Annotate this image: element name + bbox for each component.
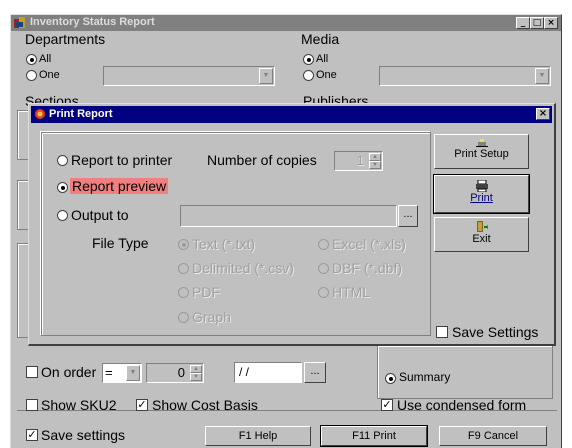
use-condensed-form-checkbox[interactable]: ✓ xyxy=(381,399,393,411)
file-type-graph-radio[interactable] xyxy=(178,312,189,323)
report-preview-radio[interactable] xyxy=(57,182,68,193)
report-to-printer-radio[interactable] xyxy=(57,155,68,166)
on-order-qty-spinner[interactable]: 0 ▲ ▼ xyxy=(146,363,204,383)
copies-spinner[interactable]: 1 ▲ ▼ xyxy=(334,151,383,171)
output-to-label: Output to xyxy=(71,207,129,223)
spin-arrows-icon[interactable]: ▲ ▼ xyxy=(369,153,381,169)
file-type-excel-radio[interactable] xyxy=(318,239,329,250)
departments-label: Departments xyxy=(25,31,106,47)
on-order-operator-combo[interactable]: = ▼ xyxy=(102,363,142,383)
print-setup-icon xyxy=(475,139,488,147)
departments-one-radio[interactable] xyxy=(26,70,37,81)
file-type-text-radio[interactable] xyxy=(178,239,189,250)
main-title: Inventory Status Report xyxy=(30,16,155,28)
departments-one-label: One xyxy=(39,69,60,81)
file-type-excel-label: Excel (*.xls) xyxy=(332,236,406,252)
on-order-checkbox[interactable] xyxy=(26,366,38,378)
file-type-html-label: HTML xyxy=(332,284,371,300)
summary-label: Summary xyxy=(399,370,451,384)
printer-icon xyxy=(475,180,488,192)
print-report-dialog: Print Report × Report to printer Number … xyxy=(28,103,556,346)
minimize-button[interactable]: _ xyxy=(516,17,530,29)
number-of-copies-label: Number of copies xyxy=(207,152,317,168)
exit-door-icon xyxy=(476,221,488,232)
exit-button[interactable]: Exit xyxy=(434,217,529,252)
file-type-pdf-radio[interactable] xyxy=(178,287,189,298)
summary-radio[interactable] xyxy=(385,373,396,384)
file-type-delimited-radio[interactable] xyxy=(178,263,189,274)
spin-arrows-icon[interactable]: ▲ ▼ xyxy=(190,365,202,381)
maximize-button[interactable]: □ xyxy=(530,17,544,29)
media-one-label: One xyxy=(316,69,337,81)
departments-all-label: All xyxy=(39,53,52,65)
save-settings-checkbox[interactable]: ✓ xyxy=(26,429,38,441)
dialog-close-button[interactable]: × xyxy=(536,108,550,120)
show-sku2-label: Show SKU2 xyxy=(41,397,117,413)
file-type-text-label: Text (*.txt) xyxy=(192,236,256,252)
media-all-label: All xyxy=(316,53,329,65)
f11-print-button[interactable]: F11 Print xyxy=(320,425,428,447)
file-type-dbf-radio[interactable] xyxy=(318,263,329,274)
media-one-radio[interactable] xyxy=(303,70,314,81)
close-button[interactable]: × xyxy=(544,17,558,29)
dialog-title: Print Report xyxy=(49,108,113,120)
file-type-html-radio[interactable] xyxy=(318,287,329,298)
departments-combo[interactable]: ▼ xyxy=(103,66,275,86)
show-cost-basis-checkbox[interactable]: ✓ xyxy=(136,399,148,411)
report-preview-label: Report preview xyxy=(70,178,169,194)
f9-cancel-button[interactable]: F9 Cancel xyxy=(439,426,547,446)
print-setup-button[interactable]: Print Setup xyxy=(434,134,529,169)
file-type-delimited-label: Delimited (*.csv) xyxy=(192,260,294,276)
on-order-date-button[interactable]: ... xyxy=(304,362,326,383)
file-type-label: File Type xyxy=(92,235,149,251)
output-path-field[interactable] xyxy=(180,205,397,227)
app-icon xyxy=(14,17,25,28)
dialog-save-settings-label: Save Settings xyxy=(452,324,539,340)
report-to-printer-label: Report to printer xyxy=(71,152,173,168)
file-type-graph-label: Graph xyxy=(192,309,231,325)
print-button[interactable]: Print xyxy=(433,174,530,214)
output-browse-button[interactable]: ... xyxy=(398,205,418,227)
dialog-titlebar: Print Report × xyxy=(31,106,552,123)
chevron-down-icon: ▼ xyxy=(126,365,140,381)
chevron-down-icon: ▼ xyxy=(259,68,273,84)
media-combo[interactable]: ▼ xyxy=(379,66,551,86)
file-type-pdf-label: PDF xyxy=(192,284,220,300)
media-label: Media xyxy=(301,31,340,47)
media-all-radio[interactable] xyxy=(303,54,314,65)
dialog-save-settings-checkbox[interactable] xyxy=(436,326,448,338)
output-to-radio[interactable] xyxy=(57,210,68,221)
dialog-app-icon xyxy=(35,109,45,119)
file-type-dbf-label: DBF (*.dbf) xyxy=(332,260,403,276)
f1-help-button[interactable]: F1 Help xyxy=(205,426,311,446)
chevron-down-icon: ▼ xyxy=(535,68,549,84)
show-cost-basis-label: Show Cost Basis xyxy=(152,397,258,413)
main-titlebar: Inventory Status Report _ □ × xyxy=(11,15,561,31)
save-settings-label: Save settings xyxy=(41,427,126,443)
on-order-label: On order xyxy=(41,364,97,380)
on-order-date-field[interactable]: / / xyxy=(234,362,302,383)
departments-all-radio[interactable] xyxy=(26,54,37,65)
show-sku2-checkbox[interactable] xyxy=(26,399,38,411)
use-condensed-form-label: Use condensed form xyxy=(397,397,527,413)
